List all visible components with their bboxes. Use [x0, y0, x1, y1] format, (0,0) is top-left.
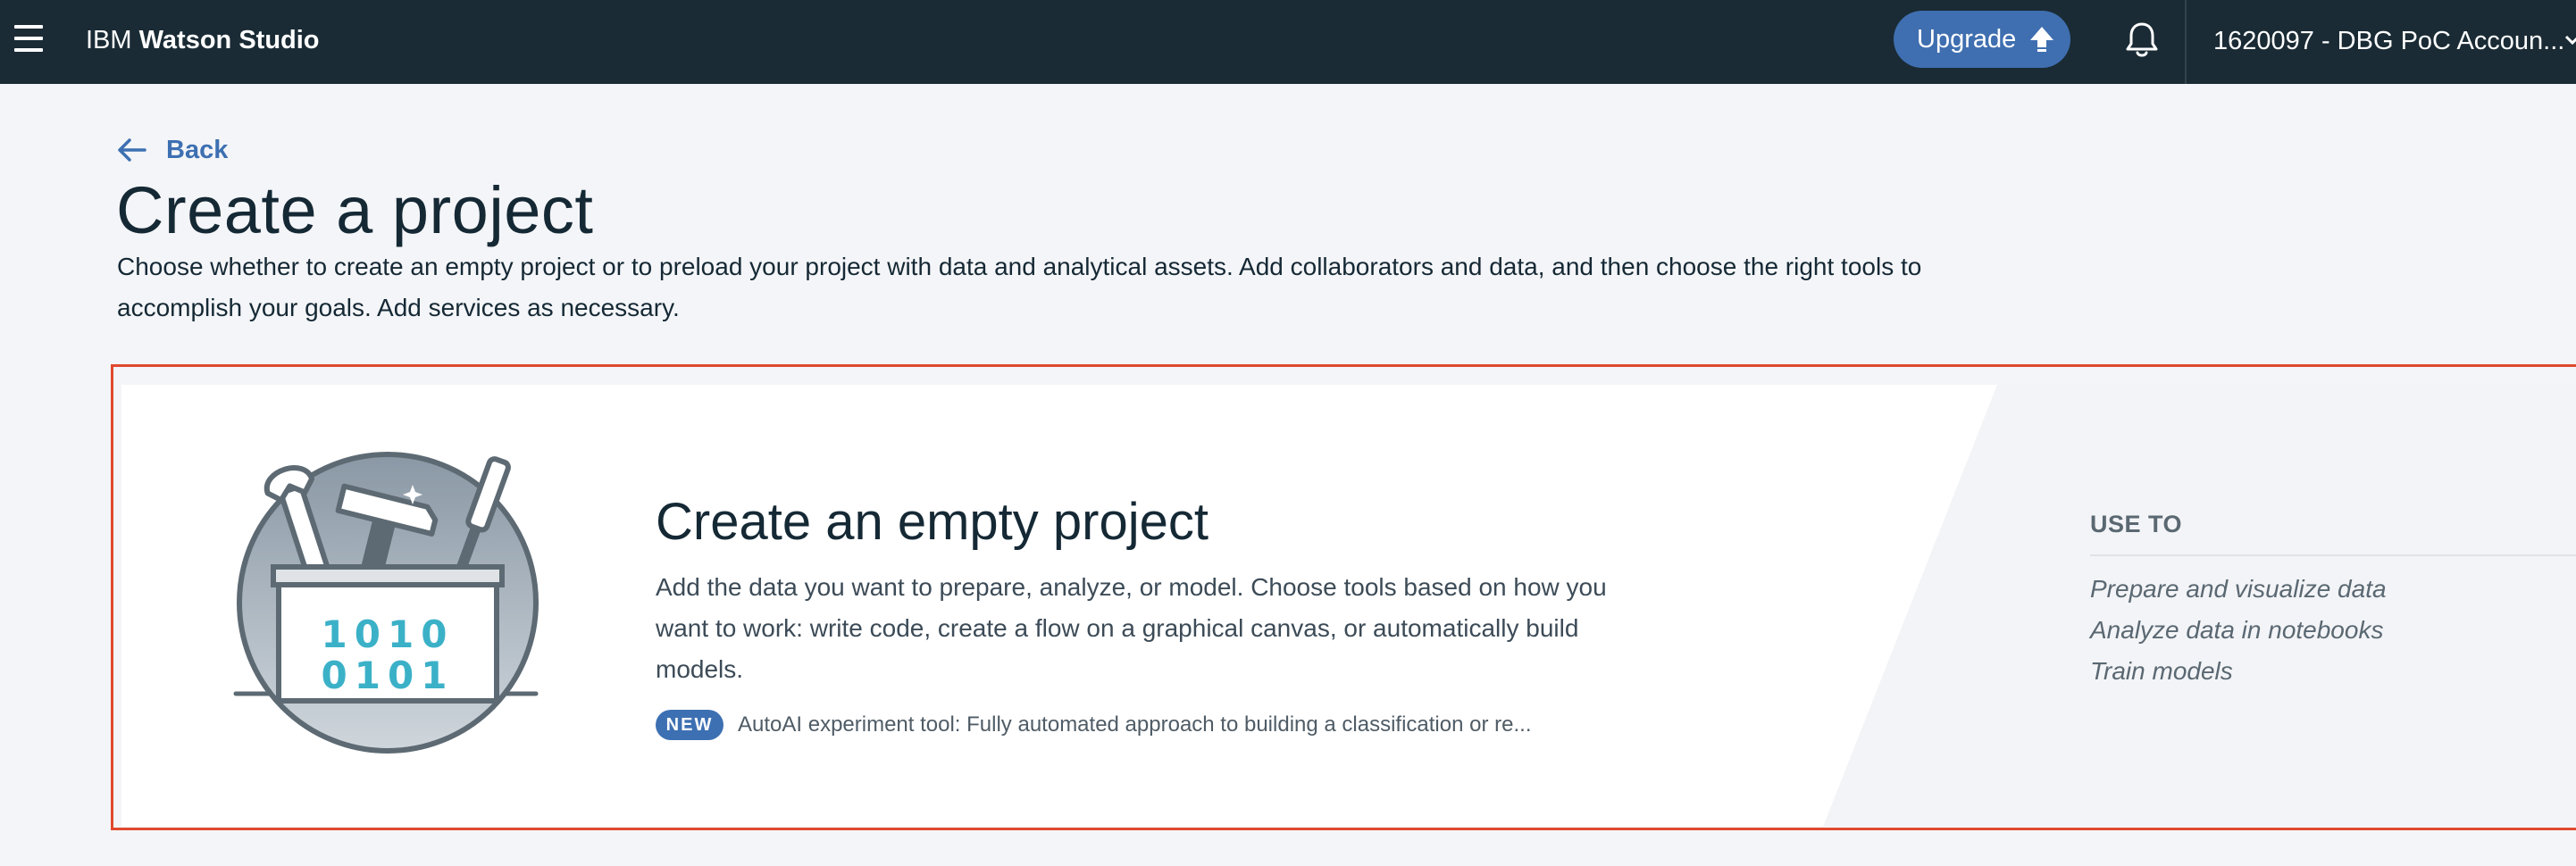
- upgrade-button[interactable]: Upgrade: [1894, 11, 2070, 68]
- page-description: Choose whether to create an empty projec…: [117, 253, 1922, 321]
- use-to-list: Prepare and visualize data Analyze data …: [2090, 569, 2387, 692]
- arrow-left-icon: [118, 138, 146, 162]
- toolbox-illustration: 1010 0101: [233, 452, 539, 754]
- use-to-item: Prepare and visualize data: [2090, 575, 2387, 603]
- new-badge: NEW: [656, 710, 723, 740]
- use-to-item: Analyze data in notebooks: [2090, 616, 2384, 644]
- bell-icon[interactable]: [2122, 20, 2162, 61]
- card-description: Add the data you want to prepare, analyz…: [656, 573, 1607, 683]
- app-brand[interactable]: IBM Watson Studio: [86, 25, 320, 55]
- brand-prefix: IBM: [86, 26, 132, 54]
- use-to-item: Train models: [2090, 657, 2233, 685]
- use-to-divider: [2090, 554, 2576, 556]
- upgrade-label: Upgrade: [1917, 25, 2017, 54]
- back-label: Back: [166, 136, 229, 164]
- account-switcher[interactable]: 1620097 - DBG PoC Accoun...: [2213, 25, 2564, 57]
- binary-line-1: 1010: [322, 612, 455, 656]
- arrow-up-icon: [2030, 27, 2053, 52]
- account-label: 1620097 - DBG PoC Accoun...: [2213, 27, 2565, 55]
- brand-name: Watson Studio: [138, 26, 320, 54]
- top-header: IBM Watson Studio Upgrade 1620097 - DBG …: [0, 0, 2576, 84]
- binary-line-2: 0101: [322, 654, 455, 697]
- new-feature-text: AutoAI experiment tool: Fully automated …: [738, 712, 1532, 737]
- header-divider: [2185, 0, 2187, 84]
- page-title: Create a project: [116, 173, 594, 247]
- use-to-heading: USE TO: [2090, 511, 2183, 537]
- create-empty-project-card[interactable]: 1010 0101 Create an empty project Add th…: [121, 385, 2576, 827]
- chevron-down-icon[interactable]: [2563, 34, 2576, 46]
- hamburger-menu-icon[interactable]: [11, 18, 46, 62]
- card-title: Create an empty project: [656, 493, 1209, 551]
